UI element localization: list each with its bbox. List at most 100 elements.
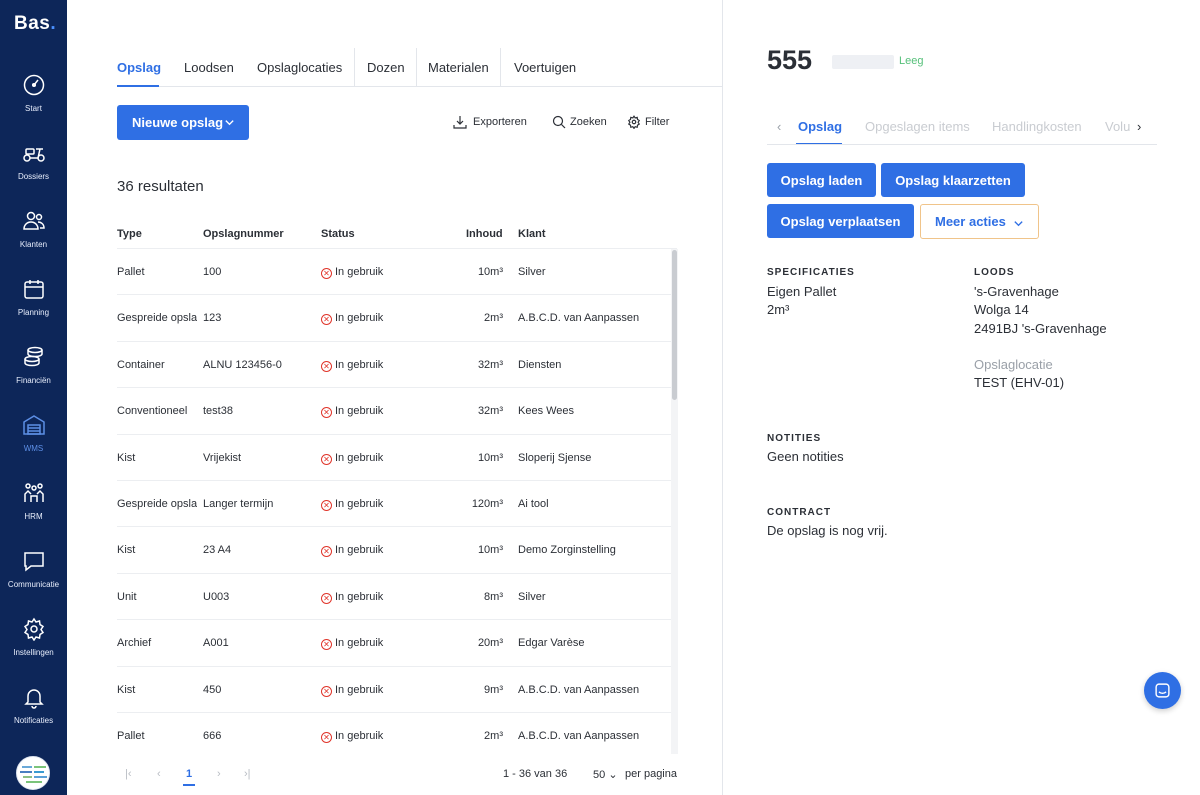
sidebar-item-hrm[interactable]: HRM <box>0 481 67 545</box>
tab-dozen[interactable]: Dozen <box>367 60 405 75</box>
sidebar-item-label: WMS <box>23 444 44 453</box>
sidebar-item-communicatie[interactable]: Communicatie <box>0 549 67 613</box>
detail-tab-handlingkosten[interactable]: Handlingkosten <box>992 119 1082 134</box>
table-row[interactable]: Archief A001 ✕ In gebruik 20m³ Edgar Varèse <box>117 619 677 665</box>
table-row[interactable]: Kist 450 ✕ In gebruik 9m³ A.B.C.D. van Aanpas… <box>117 665 677 712</box>
cell-opslagnummer: test38 <box>203 405 233 418</box>
logo[interactable]: Bas. <box>14 13 56 35</box>
status-text: In gebruik <box>335 590 384 603</box>
table-row[interactable]: Conventioneel test38 ✕ In gebruik 32m³ Kees W… <box>117 387 677 433</box>
sidebar-item-dossiers[interactable]: Dossiers <box>0 141 67 205</box>
scrollbar-thumb[interactable] <box>672 250 677 400</box>
detail-tab-opslag[interactable]: Opslag <box>798 119 842 134</box>
column-header-opslagnummer[interactable]: Opslagnummer <box>203 228 284 240</box>
cell-opslagnummer: 450 <box>203 683 222 696</box>
table-row[interactable]: Pallet 100 ✕ In gebruik 10m³ Silver <box>117 248 677 294</box>
cell-opslagnummer: U003 <box>203 590 230 603</box>
new-storage-button[interactable]: Nieuwe opslag <box>117 105 249 140</box>
table-row[interactable]: Pallet 666 ✕ In gebruik 2m³ A.B.C.D. van Aanp… <box>117 711 677 758</box>
cell-klant: A.B.C.D. van Aanpassen <box>518 729 640 742</box>
column-header-status[interactable]: Status <box>321 228 355 240</box>
tab-divider <box>416 48 417 87</box>
column-header-inhoud[interactable]: Inhoud <box>466 228 503 240</box>
cell-inhoud: 10m³ <box>477 544 503 557</box>
table-row[interactable]: Container ALNU 123456-0 ✕ In gebruik 32m³ Die… <box>117 340 677 387</box>
column-header-klant[interactable]: Klant <box>518 228 546 240</box>
sidebar-item-klanten[interactable]: Klanten <box>0 209 67 273</box>
sidebar-item-wms[interactable]: WMS <box>0 413 67 477</box>
cell-inhoud: 9m³ <box>484 683 503 696</box>
cell-inhoud: 2m³ <box>484 312 503 325</box>
cell-inhoud: 32m³ <box>477 358 503 371</box>
prev-page-icon[interactable]: ‹ <box>157 768 161 780</box>
status-x-icon: ✕ <box>321 639 332 651</box>
table-row[interactable]: Gespreide opslag Langer termijn ✕ In gebrui… <box>117 479 677 526</box>
cell-status: ✕ In gebruik <box>321 544 431 558</box>
next-page-icon[interactable]: › <box>217 768 221 780</box>
sidebar-item-start[interactable]: Start <box>0 73 67 137</box>
cell-klant: Silver <box>518 266 546 278</box>
chat-icon <box>23 552 44 572</box>
avatar[interactable] <box>16 756 50 790</box>
status-placeholder <box>832 55 894 69</box>
prepare-storage-button[interactable]: Opslag klaarzetten <box>881 163 1025 197</box>
tabs-scroll-left-icon[interactable]: ‹ <box>777 119 781 134</box>
per-page-label: per pagina <box>625 768 677 780</box>
cell-status: ✕ In gebruik <box>321 591 431 604</box>
sidebar-item-label: Financiën <box>16 376 51 385</box>
contract-heading: CONTRACT <box>767 507 832 518</box>
detail-tab-bar: ‹ Opslag Opgeslagen items Handlingkosten… <box>767 110 1157 145</box>
status-text: In gebruik <box>335 637 384 650</box>
cell-opslagnummer: A001 <box>203 637 229 650</box>
cell-klant: Kees Wees <box>518 405 575 418</box>
tab-opslag[interactable]: Opslag <box>117 60 161 75</box>
support-chat-button[interactable] <box>1144 672 1181 709</box>
table-row[interactable]: Kist Vrijekist ✕ In gebruik 10m³ Sloperij Sje… <box>117 433 677 480</box>
detail-tab-opgeslagen-items[interactable]: Opgeslagen items <box>865 119 970 134</box>
cell-type: Archief <box>117 637 152 650</box>
storage-list-panel: Opslag Loodsen Opslaglocaties Dozen Mate… <box>67 0 723 795</box>
load-storage-button[interactable]: Opslag laden <box>767 163 876 197</box>
page-size-select[interactable]: 50 ⌄ <box>593 768 618 781</box>
notes-text: Geen notities <box>767 449 844 464</box>
sidebar-item-label: Notificaties <box>13 716 54 725</box>
detail-tab-volume[interactable]: Volu <box>1105 119 1130 134</box>
table-row[interactable]: Kist 23 A4 ✕ In gebruik 10m³ Demo Zorginstell… <box>117 526 677 572</box>
storage-title: 555 <box>767 45 813 75</box>
more-actions-button[interactable]: Meer acties <box>920 204 1039 239</box>
table-row[interactable]: Unit U003 ✕ In gebruik 8m³ Silver <box>117 572 677 619</box>
move-storage-button[interactable]: Opslag verplaatsen <box>767 204 914 238</box>
current-page[interactable]: 1 <box>186 768 192 780</box>
specs-type: Eigen Pallet <box>767 284 837 299</box>
status-x-icon: ✕ <box>321 546 332 558</box>
warehouse-icon <box>22 415 45 435</box>
status-text: In gebruik <box>335 683 384 696</box>
sidebar-item-planning[interactable]: Planning <box>0 277 67 341</box>
tabs-scroll-right-icon[interactable]: › <box>1137 119 1141 134</box>
sidebar-item-label: Planning <box>17 308 50 317</box>
cell-status: ✕ In gebruik <box>321 266 431 279</box>
cell-inhoud: 2m³ <box>484 729 503 742</box>
column-header-type[interactable]: Type <box>117 228 142 240</box>
status-x-icon: ✕ <box>321 499 332 511</box>
loods-heading: LOODS <box>974 267 1015 278</box>
cell-opslagnummer: 100 <box>203 266 222 278</box>
table-row[interactable]: Gespreide opslag 123 ✕ In gebruik 2m³ A.B.C.D… <box>117 294 677 340</box>
cell-status: ✕ In gebruik <box>321 452 431 465</box>
cell-type: Container <box>117 358 165 371</box>
cell-status: ✕ In gebruik <box>321 312 431 326</box>
sidebar-item-instellingen[interactable]: Instellingen <box>0 617 67 681</box>
last-page-icon[interactable]: ›| <box>244 768 251 780</box>
sidebar-item-notificaties[interactable]: Notificaties <box>0 685 67 749</box>
scooter-icon <box>22 148 45 162</box>
tab-loodsen[interactable]: Loodsen <box>184 60 234 75</box>
cell-status: ✕ In gebruik <box>321 730 431 743</box>
first-page-icon[interactable]: |‹ <box>125 768 132 780</box>
tab-opslaglocaties[interactable]: Opslaglocaties <box>257 60 342 75</box>
tab-materialen[interactable]: Materialen <box>428 60 489 75</box>
status-text: In gebruik <box>335 451 384 464</box>
sidebar-item-label: Instellingen <box>13 648 54 657</box>
tab-voertuigen[interactable]: Voertuigen <box>514 60 576 75</box>
status-text: In gebruik <box>335 266 384 278</box>
sidebar-item-financien[interactable]: Financiën <box>0 345 67 409</box>
